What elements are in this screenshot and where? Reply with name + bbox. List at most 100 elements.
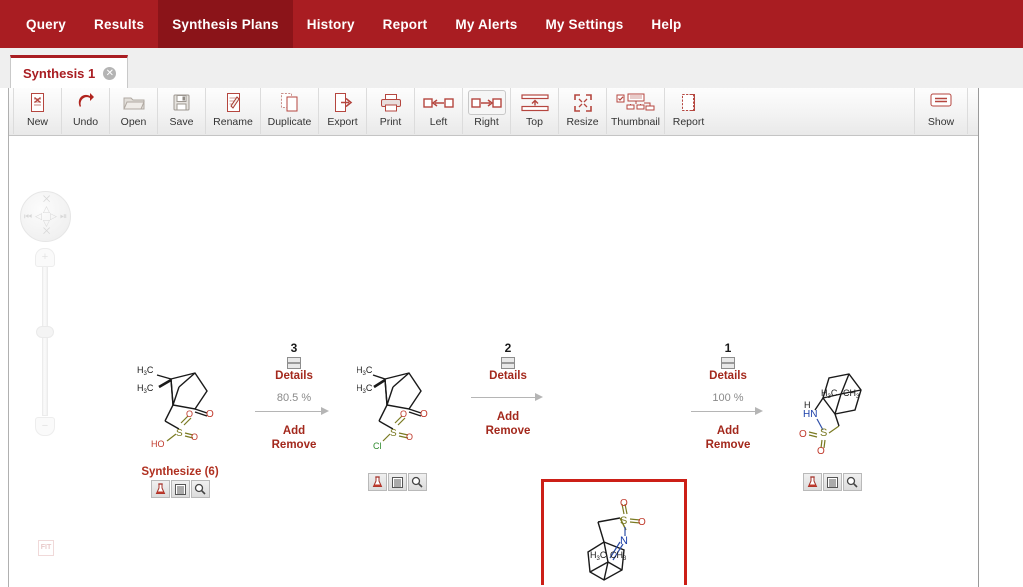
nav-item-my-alerts[interactable]: My Alerts xyxy=(441,0,531,48)
svg-text:O: O xyxy=(799,429,807,440)
remove-link[interactable]: Remove xyxy=(255,438,333,452)
duplicate-pages-icon xyxy=(280,91,300,114)
molecule-node-4[interactable]: H3C H3C O S O O HO Synthesize (6) xyxy=(133,361,227,498)
print-button[interactable]: Print xyxy=(366,88,414,134)
nav-item-query[interactable]: Query xyxy=(12,0,80,48)
nav-item-results[interactable]: Results xyxy=(80,0,158,48)
list-icon[interactable] xyxy=(387,473,407,491)
show-lines-icon xyxy=(930,93,952,112)
molecule-tool-row xyxy=(133,480,227,498)
tab-strip: Synthesis 1 ✕ xyxy=(0,48,1023,88)
reaction-step-3: 3 Details 80.5 % Add Remove xyxy=(255,342,333,452)
svg-text:H3C: H3C xyxy=(137,383,154,395)
add-link[interactable]: Add xyxy=(255,424,333,438)
flask-icon[interactable] xyxy=(802,473,822,491)
details-icon[interactable] xyxy=(501,357,515,369)
details-icon[interactable] xyxy=(721,357,735,369)
svg-text:HO: HO xyxy=(151,439,165,449)
export-button[interactable]: Export xyxy=(318,88,366,134)
synthesis-canvas[interactable]: ⨉ △ ⏮ ◁ ▷ ⏯ ▽ ⨉ + − FIT H3C H3C O S O O … xyxy=(9,136,978,585)
pan-down-far-icon[interactable]: ⨉ xyxy=(43,228,50,237)
pan-up-far-icon[interactable]: ⨉ xyxy=(43,196,50,205)
rename-button[interactable]: Rename xyxy=(205,88,260,134)
svg-text:S: S xyxy=(820,427,827,439)
remove-link[interactable]: Remove xyxy=(691,438,765,452)
close-icon[interactable]: ✕ xyxy=(103,66,117,80)
details-link[interactable]: Details xyxy=(255,370,333,383)
pan-right-far-icon[interactable]: ⏯ xyxy=(60,213,67,222)
svg-text:S: S xyxy=(390,428,397,439)
toolbar-label: Right xyxy=(474,116,499,128)
step-number: 3 xyxy=(290,341,298,355)
pan-up-icon[interactable]: △ xyxy=(43,206,50,215)
step-number: 1 xyxy=(724,341,732,355)
tab-synthesis-1[interactable]: Synthesis 1 ✕ xyxy=(10,55,129,88)
details-link[interactable]: Details xyxy=(691,370,765,383)
details-icon[interactable] xyxy=(287,357,301,369)
nav-item-history[interactable]: History xyxy=(293,0,369,48)
nav-label: Report xyxy=(382,16,428,32)
molecule-node-3[interactable]: H3C H3C O S O O Cl xyxy=(356,361,437,491)
toolbar-label: Thumbnail xyxy=(610,116,661,128)
pan-left-far-icon[interactable]: ⏮ xyxy=(24,213,32,222)
molecule-structure-camphorsulfonic-acid: H3C H3C O S O O HO xyxy=(133,361,227,466)
align-left-icon xyxy=(422,91,455,114)
zoom-slider-thumb[interactable] xyxy=(36,326,54,338)
details-link[interactable]: Details xyxy=(471,370,545,383)
zoom-out-button[interactable]: − xyxy=(35,417,55,436)
yield-label: 100 % xyxy=(712,392,744,404)
toolbar-label: Undo xyxy=(72,116,99,128)
svg-text:O: O xyxy=(191,432,198,442)
svg-text:N: N xyxy=(620,535,628,547)
reaction-arrow xyxy=(691,406,765,416)
nav-item-help[interactable]: Help xyxy=(637,0,695,48)
show-button[interactable]: Show xyxy=(914,88,968,134)
nav-label: History xyxy=(306,16,355,32)
molecule-node-1[interactable]: H H3C CH3 HN S O O xyxy=(787,364,877,491)
nav-item-synthesis-plans[interactable]: Synthesis Plans xyxy=(158,0,293,48)
report-button[interactable]: Report xyxy=(664,88,712,134)
pan-left-icon[interactable]: ◁ xyxy=(35,213,42,222)
thumbnail-button[interactable]: Thumbnail xyxy=(606,88,664,134)
pan-compass[interactable]: ⨉ △ ⏮ ◁ ▷ ⏯ ▽ ⨉ xyxy=(20,191,71,242)
new-button[interactable]: New xyxy=(13,88,61,134)
align-top-button[interactable]: Top xyxy=(510,88,558,134)
add-link[interactable]: Add xyxy=(691,424,765,438)
editor-toolbar: New Undo Open Save Rename Duplicate Expo… xyxy=(9,88,978,136)
duplicate-button[interactable]: Duplicate xyxy=(260,88,318,134)
list-icon[interactable] xyxy=(822,473,842,491)
nav-item-my-settings[interactable]: My Settings xyxy=(531,0,637,48)
nav-item-report[interactable]: Report xyxy=(369,0,442,48)
zoom-fit-button[interactable]: FIT xyxy=(38,540,54,556)
add-link[interactable]: Add xyxy=(471,410,545,424)
svg-text:H3C: H3C xyxy=(590,550,607,562)
toolbar-left-group: New Undo Open Save Rename Duplicate Expo… xyxy=(9,88,712,134)
zoom-in-button[interactable]: + xyxy=(35,248,55,267)
remove-link[interactable]: Remove xyxy=(471,424,545,438)
reaction-step-1: 1 Details 100 % Add Remove xyxy=(691,342,765,452)
open-button[interactable]: Open xyxy=(109,88,157,134)
toolbar-label: Left xyxy=(429,116,448,128)
magnifier-icon[interactable] xyxy=(190,480,210,498)
toolbar-label: Top xyxy=(526,116,543,128)
magnifier-icon[interactable] xyxy=(407,473,427,491)
undo-button[interactable]: Undo xyxy=(61,88,109,134)
molecule-tool-row xyxy=(357,473,437,491)
nav-label: Synthesis Plans xyxy=(172,16,279,32)
resize-button[interactable]: Resize xyxy=(558,88,606,134)
list-icon[interactable] xyxy=(170,480,190,498)
align-right-button[interactable]: Right xyxy=(462,88,510,134)
magnifier-icon[interactable] xyxy=(842,473,862,491)
new-document-icon xyxy=(29,91,47,114)
flask-icon[interactable] xyxy=(367,473,387,491)
synthesize-label[interactable]: Synthesize (6) xyxy=(133,466,227,478)
selected-molecule-node-2[interactable]: S O O N H3C CH3 xyxy=(541,479,687,585)
flask-icon[interactable] xyxy=(150,480,170,498)
svg-text:H3C: H3C xyxy=(357,383,373,395)
pan-right-icon[interactable]: ▷ xyxy=(50,213,57,222)
reaction-arrow xyxy=(255,406,333,416)
rename-document-icon xyxy=(225,91,242,114)
svg-text:H3C: H3C xyxy=(357,365,373,377)
align-left-button[interactable]: Left xyxy=(414,88,462,134)
save-button[interactable]: Save xyxy=(157,88,205,134)
